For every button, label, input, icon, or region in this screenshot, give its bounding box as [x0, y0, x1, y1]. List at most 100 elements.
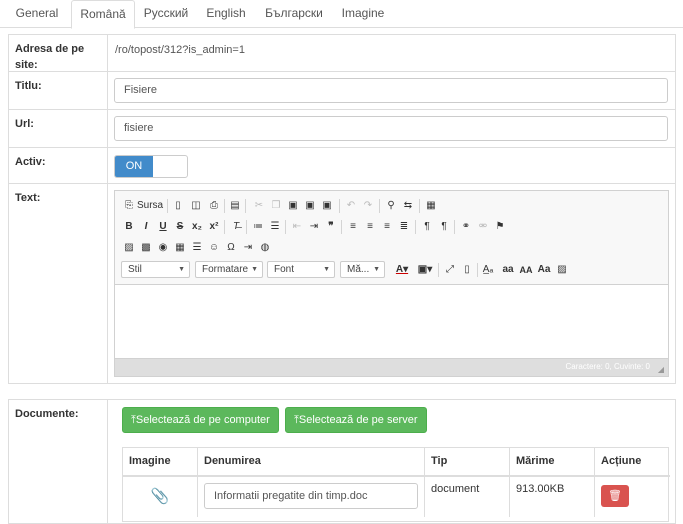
unlink-icon[interactable]: ⚮: [476, 219, 490, 235]
italic-icon[interactable]: I: [139, 219, 153, 235]
uppercase-icon[interactable]: AA: [518, 262, 534, 278]
numbered-list-icon[interactable]: ≔: [251, 219, 265, 235]
transform-case-icon[interactable]: A̲ₐ: [481, 262, 495, 278]
source-button[interactable]: Sursa: [137, 198, 163, 214]
font-dropdown[interactable]: Font ▼: [267, 261, 335, 278]
tab-general[interactable]: General: [8, 0, 66, 28]
chevron-down-icon: ▼: [373, 266, 380, 273]
rtl-icon[interactable]: ¶: [437, 219, 451, 235]
align-justify-icon[interactable]: ≣: [397, 219, 411, 235]
link-icon[interactable]: ⚭: [459, 219, 473, 235]
smiley-icon[interactable]: ☺: [207, 240, 221, 256]
bg-color-icon[interactable]: ▣▾: [416, 262, 434, 278]
active-toggle[interactable]: ON: [114, 155, 188, 178]
lowercase-icon[interactable]: aa: [500, 262, 516, 278]
active-label: Activ:: [9, 148, 108, 183]
row-documents: Documente: ⤒Selectează de pe computer ⤒S…: [8, 399, 676, 524]
anchor-flag-icon[interactable]: ⚑: [493, 219, 507, 235]
find-icon[interactable]: ⚲: [384, 198, 398, 214]
char-word-counter: Caractere: 0, Cuvinte: 0: [565, 362, 650, 371]
text-color-icon[interactable]: A▾: [393, 262, 411, 278]
rich-text-editor: ⎘ Sursa ▯ ◫ ⎙ ▤ ✂ ❐ ▣ ▣ ▣ ↶ ↷ ⚲ ⇆ ▦ B I …: [114, 190, 669, 377]
language-tabs: General Română Русский English Български…: [0, 0, 683, 29]
title-label: Titlu:: [9, 72, 108, 109]
font-dropdown-label: Font: [274, 264, 295, 275]
row-title: Titlu: Fisiere: [8, 72, 676, 110]
tab-bulgarian[interactable]: Български: [260, 0, 328, 28]
strikethrough-icon[interactable]: S: [173, 219, 187, 235]
row-site-address: Adresa de pe site: /ro/topost/312?is_adm…: [8, 34, 676, 72]
chevron-down-icon: ▼: [178, 266, 185, 273]
paste-icon[interactable]: ▣: [286, 198, 300, 214]
url-input[interactable]: fisiere: [114, 116, 668, 141]
tab-image[interactable]: Imagine: [334, 0, 392, 28]
editor-toolbar: ⎘ Sursa ▯ ◫ ⎙ ▤ ✂ ❐ ▣ ▣ ▣ ↶ ↷ ⚲ ⇆ ▦ B I …: [115, 191, 668, 285]
resize-handle[interactable]: ◢: [658, 365, 664, 374]
templates-icon[interactable]: ▤: [228, 198, 242, 214]
document-size: 913.00KB: [510, 477, 595, 517]
style-dropdown-label: Stil: [128, 264, 142, 275]
align-left-icon[interactable]: ≡: [346, 219, 360, 235]
action-cell: 🗑: [595, 477, 670, 517]
redo-icon[interactable]: ↷: [361, 198, 375, 214]
row-text: Text: ⎘ Sursa ▯ ◫ ⎙ ▤ ✂ ❐ ▣ ▣ ▣ ↶ ↷ ⚲ ⇆ …: [8, 184, 676, 384]
delete-button[interactable]: 🗑: [601, 485, 629, 507]
document-name-input[interactable]: Informatii pregatite din timp.doc: [204, 483, 418, 509]
title-input[interactable]: Fisiere: [114, 78, 668, 103]
size-dropdown[interactable]: Mă... ▼: [340, 261, 385, 278]
tab-russian[interactable]: Русский: [140, 0, 192, 28]
url-label: Url:: [9, 110, 108, 147]
tab-romana[interactable]: Română: [71, 0, 135, 29]
show-blocks-icon[interactable]: ▯: [460, 262, 474, 278]
documents-table: Imagine Denumirea Tip Mărime Acțiune 📎 I…: [122, 447, 670, 522]
print-icon[interactable]: ⎙: [207, 198, 221, 214]
undo-icon[interactable]: ↶: [344, 198, 358, 214]
preview-icon[interactable]: ◫: [189, 198, 203, 214]
flash-icon[interactable]: ▩: [139, 240, 153, 256]
special-char-icon[interactable]: Ω: [224, 240, 238, 256]
align-right-icon[interactable]: ≡: [380, 219, 394, 235]
editor-content-area[interactable]: [115, 286, 668, 358]
replace-icon[interactable]: ⇆: [401, 198, 415, 214]
format-dropdown-label: Formatare: [202, 264, 249, 275]
paperclip-icon: 📎: [123, 477, 198, 517]
underline-icon[interactable]: U: [156, 219, 170, 235]
subscript-icon[interactable]: x₂: [190, 219, 204, 235]
trash-icon: 🗑: [608, 490, 622, 502]
page-break-icon[interactable]: ⇥: [241, 240, 255, 256]
col-size-header: Mărime: [510, 448, 595, 477]
upload-from-server-button[interactable]: ⤒Selectează de pe server: [285, 407, 427, 433]
style-dropdown[interactable]: Stil ▼: [121, 261, 190, 278]
horizontal-line-icon[interactable]: ☰: [190, 240, 204, 256]
indent-icon[interactable]: ⇥: [307, 219, 321, 235]
file-manager-icon[interactable]: ▨: [555, 262, 569, 278]
image-icon[interactable]: ▨: [122, 240, 136, 256]
media-icon[interactable]: ◉: [156, 240, 170, 256]
maximize-icon[interactable]: ⤢: [443, 262, 457, 278]
remove-format-icon[interactable]: T̶: [229, 219, 243, 235]
outdent-icon[interactable]: ⇤: [290, 219, 304, 235]
bulleted-list-icon[interactable]: ☰: [268, 219, 282, 235]
site-address-value: /ro/topost/312?is_admin=1: [115, 44, 245, 56]
select-all-icon[interactable]: ▦: [424, 198, 438, 214]
editor-status-bar: Caractere: 0, Cuvinte: 0 ◢: [115, 358, 668, 376]
align-center-icon[interactable]: ≡: [363, 219, 377, 235]
upload-server-label: Selectează de pe server: [298, 414, 418, 426]
iframe-icon[interactable]: ◍: [258, 240, 272, 256]
paste-word-icon[interactable]: ▣: [320, 198, 334, 214]
copy-icon[interactable]: ❐: [269, 198, 283, 214]
bold-icon[interactable]: B: [122, 219, 136, 235]
ltr-icon[interactable]: ¶: [420, 219, 434, 235]
table-icon[interactable]: ▦: [173, 240, 187, 256]
format-dropdown[interactable]: Formatare ▼: [195, 261, 263, 278]
tab-english[interactable]: English: [198, 0, 254, 28]
paste-text-icon[interactable]: ▣: [303, 198, 317, 214]
text-label: Text:: [9, 184, 108, 383]
new-page-icon[interactable]: ▯: [171, 198, 185, 214]
document-type: document: [425, 477, 510, 517]
superscript-icon[interactable]: x²: [207, 219, 221, 235]
upload-from-computer-button[interactable]: ⤒Selectează de pe computer: [122, 407, 279, 433]
cut-icon[interactable]: ✂: [252, 198, 266, 214]
capitalize-icon[interactable]: Aa: [536, 262, 552, 278]
blockquote-icon[interactable]: ❞: [324, 219, 338, 235]
